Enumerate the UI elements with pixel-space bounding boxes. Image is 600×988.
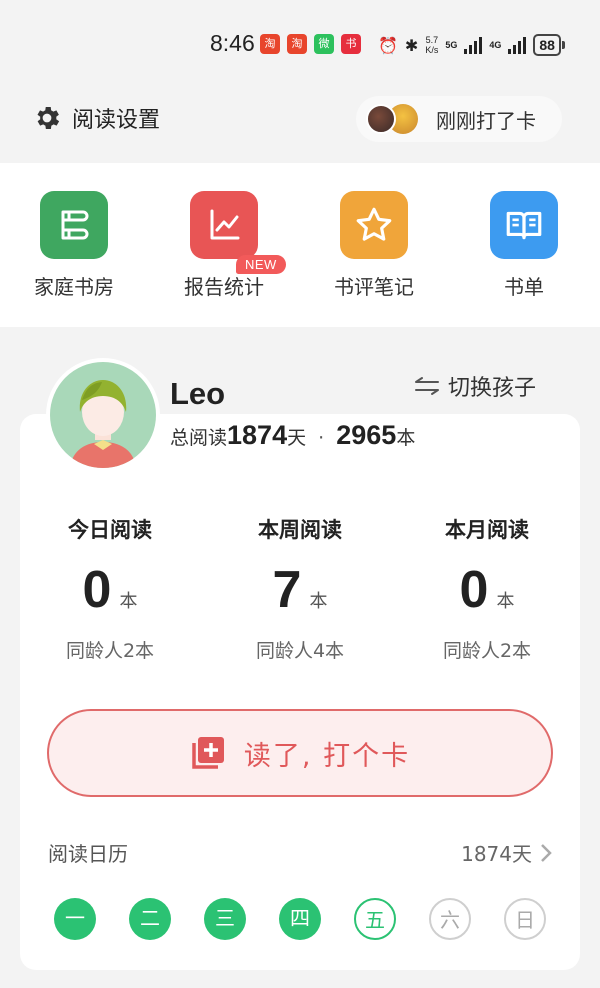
stat-value: 7 bbox=[272, 561, 302, 619]
weekday-wed[interactable]: 三 bbox=[204, 898, 246, 940]
switch-child-button[interactable]: 切换孩子 bbox=[412, 370, 536, 402]
stat-peer: 同龄人4本 bbox=[255, 640, 345, 662]
wechat-app-icon: 微 bbox=[314, 34, 334, 54]
stat-title: 今日阅读 bbox=[68, 518, 152, 542]
stat-unit: 本 bbox=[496, 591, 515, 612]
avatar bbox=[366, 104, 396, 134]
booklist-button[interactable]: 书单 bbox=[464, 191, 584, 300]
child-avatar[interactable] bbox=[46, 358, 160, 472]
stat-title: 本周阅读 bbox=[258, 518, 342, 542]
weekday-tue[interactable]: 二 bbox=[129, 898, 171, 940]
stat-title: 本月阅读 bbox=[445, 518, 529, 542]
stat-unit: 本 bbox=[119, 591, 138, 612]
review-notes-button[interactable]: 书评笔记 bbox=[314, 191, 434, 300]
stat-peer: 同龄人2本 bbox=[65, 640, 155, 662]
child-name: Leo bbox=[170, 376, 226, 411]
top-header: 阅读设置 刚刚打了卡 bbox=[0, 96, 600, 146]
week-reading-stat: 本周阅读 7本 同龄人4本 bbox=[210, 514, 390, 663]
report-stats-button[interactable]: NEW 报告统计 bbox=[164, 191, 286, 300]
chevron-right-icon bbox=[541, 843, 552, 862]
stat-value: 0 bbox=[459, 561, 489, 619]
bookshelf-icon bbox=[40, 191, 108, 259]
taobao-app-icon: 淘 bbox=[287, 34, 307, 54]
child-avatar-illustration bbox=[70, 380, 136, 468]
weekday-sat[interactable]: 六 bbox=[429, 898, 471, 940]
stat-peer: 同龄人2本 bbox=[442, 640, 532, 662]
alarm-icon: ⏰ bbox=[378, 35, 398, 55]
gear-icon bbox=[37, 107, 60, 129]
battery-icon: 88 bbox=[533, 34, 565, 56]
reading-calendar-title: 阅读日历 bbox=[48, 842, 128, 866]
stat-unit: 本 bbox=[309, 591, 328, 612]
month-reading-stat: 本月阅读 0本 同龄人2本 bbox=[397, 514, 577, 663]
taobao-app-icon: 淘 bbox=[260, 34, 280, 54]
switch-child-label: 切换孩子 bbox=[448, 376, 537, 401]
line-chart-icon bbox=[190, 191, 258, 259]
separator: · bbox=[318, 427, 325, 449]
swap-arrows-icon bbox=[415, 377, 439, 395]
total-books: 2965 bbox=[336, 420, 397, 450]
checkin-button-label: 读了, 打个卡 bbox=[243, 740, 411, 772]
weekday-fri[interactable]: 五 bbox=[354, 898, 396, 940]
weekday-row: 一 二 三 四 五 六 日 bbox=[20, 898, 580, 940]
signal-5g-label: 5G bbox=[445, 40, 458, 50]
family-library-label: 家庭书房 bbox=[34, 275, 114, 299]
recent-checkin-label: 刚刚打了卡 bbox=[436, 108, 536, 133]
today-reading-stat: 今日阅读 0本 同龄人2本 bbox=[20, 514, 200, 663]
review-notes-label: 书评笔记 bbox=[334, 275, 414, 299]
reading-calendar-row[interactable]: 阅读日历 1874天 bbox=[48, 838, 552, 868]
calendar-days-count: 1874天 bbox=[461, 842, 532, 866]
report-stats-label: 报告统计 bbox=[184, 275, 264, 299]
reading-card: 今日阅读 0本 同龄人2本 本周阅读 7本 同龄人4本 本月阅读 0本 同龄人2… bbox=[20, 414, 580, 970]
weekday-thu[interactable]: 四 bbox=[279, 898, 321, 940]
booklist-label: 书单 bbox=[504, 275, 544, 299]
total-reading-summary: 总阅读1874天 · 2965本 bbox=[170, 420, 415, 451]
family-library-button[interactable]: 家庭书房 bbox=[14, 191, 134, 300]
signal-4g-label: 4G bbox=[489, 40, 502, 50]
star-icon bbox=[340, 191, 408, 259]
recent-checkin-pill[interactable]: 刚刚打了卡 bbox=[356, 96, 562, 142]
signal-bars-icon bbox=[508, 36, 527, 54]
signal-bars-icon bbox=[464, 36, 483, 54]
reading-settings-button[interactable]: 阅读设置 bbox=[32, 102, 160, 134]
total-days: 1874 bbox=[227, 420, 288, 450]
weekday-mon[interactable]: 一 bbox=[54, 898, 96, 940]
open-book-icon bbox=[490, 191, 558, 259]
weekday-sun[interactable]: 日 bbox=[504, 898, 546, 940]
total-prefix: 总阅读 bbox=[170, 427, 228, 449]
books-unit: 本 bbox=[396, 427, 416, 449]
checkin-button[interactable]: 读了, 打个卡 bbox=[47, 709, 553, 797]
reading-settings-label: 阅读设置 bbox=[72, 108, 161, 133]
new-badge: NEW bbox=[236, 255, 286, 274]
quick-menu: 家庭书房 NEW 报告统计 书评笔记 书单 bbox=[0, 163, 600, 327]
net-speed: 5.7 K/s bbox=[425, 35, 439, 55]
status-time: 8:46 bbox=[210, 30, 255, 56]
stat-value: 0 bbox=[82, 561, 112, 619]
add-record-icon bbox=[192, 737, 224, 769]
xiaohongshu-app-icon: 书 bbox=[341, 34, 361, 54]
calendar-days-link[interactable]: 1874天 bbox=[461, 838, 552, 867]
status-bar: 8:46 淘 淘 微 书 ⏰ ✱ 5.7 K/s 5G 4G 88 bbox=[0, 28, 600, 62]
days-unit: 天 bbox=[287, 427, 307, 449]
bluetooth-icon: ✱ bbox=[404, 35, 419, 55]
